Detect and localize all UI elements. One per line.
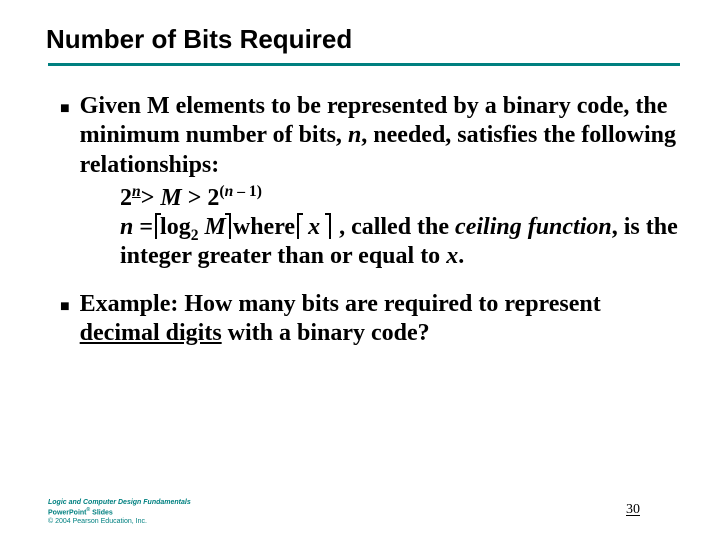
footer: Logic and Computer Design Fundamentals P… [48, 499, 191, 527]
bullet-1-body: Given M elements to be represented by a … [80, 92, 680, 180]
ml2-x: x [302, 214, 326, 240]
bullet-icon: ■ [60, 297, 70, 349]
ml2-eq: = [133, 214, 153, 240]
page-number: 30 [626, 502, 640, 518]
footer-l2a: PowerPoint [48, 509, 87, 516]
bullet-2-body: Example: How many bits are required to r… [80, 290, 680, 349]
footer-line-3: © 2004 Pearson Education, Inc. [48, 518, 191, 526]
slide-title: Number of Bits Required [46, 24, 680, 55]
bullet-2-underlined: decimal digits [80, 320, 222, 346]
content-area: ■ Given M elements to be represented by … [48, 92, 680, 348]
ml1-gt1: > [141, 185, 161, 211]
ml1-two-b: 2 [207, 185, 219, 211]
slide: Number of Bits Required ■ Given M elemen… [0, 0, 720, 540]
ml1-exp-var: n [225, 183, 234, 200]
bullet-2: ■ Example: How many bits are required to… [60, 290, 680, 349]
ml2-where: where [233, 214, 295, 240]
footer-line-1: Logic and Computer Design Fundamentals [48, 499, 191, 507]
ml1-M: M [160, 185, 181, 211]
ml2-xvar: x [446, 243, 458, 269]
ceil-right-1-icon [226, 213, 233, 239]
bullet-2-lead: Example: How many bits are required to r… [80, 291, 601, 317]
math-line-1: 2n> M > 2(n – 1) [120, 184, 680, 213]
ceil-right-2-icon [326, 213, 333, 239]
bullet-1: ■ Given M elements to be represented by … [60, 92, 680, 180]
ml2-comma: , called the [333, 214, 455, 240]
math-block: 2n> M > 2(n – 1) n =log2 Mwhere x , call… [120, 184, 680, 272]
footer-line-2: PowerPoint® Slides [48, 507, 191, 518]
ceil-left-2-icon [295, 213, 302, 239]
ml2-ceilfn: ceiling function [455, 214, 612, 240]
ml1-exp-rest: – 1) [233, 183, 262, 200]
bullet-1-var-n: n [348, 122, 361, 148]
ml2-M: M [199, 214, 226, 240]
math-line-2: n = log2 Mwhere x , called the ceiling fu… [120, 213, 680, 272]
ml2-n: n [120, 214, 133, 240]
ml1-two: 2 [120, 185, 132, 211]
ml1-exp-n: n [132, 183, 141, 200]
bullet-2-tail: with a binary code? [222, 320, 430, 346]
ml2-log: log [160, 214, 191, 240]
ml1-ge: > [182, 185, 208, 211]
bullet-icon: ■ [60, 99, 70, 180]
title-rule [48, 63, 680, 66]
footer-l2b: Slides [90, 509, 113, 516]
ml2-dot: . [458, 243, 464, 269]
ml2-base: 2 [191, 227, 199, 244]
ceil-left-1-icon [153, 213, 160, 239]
